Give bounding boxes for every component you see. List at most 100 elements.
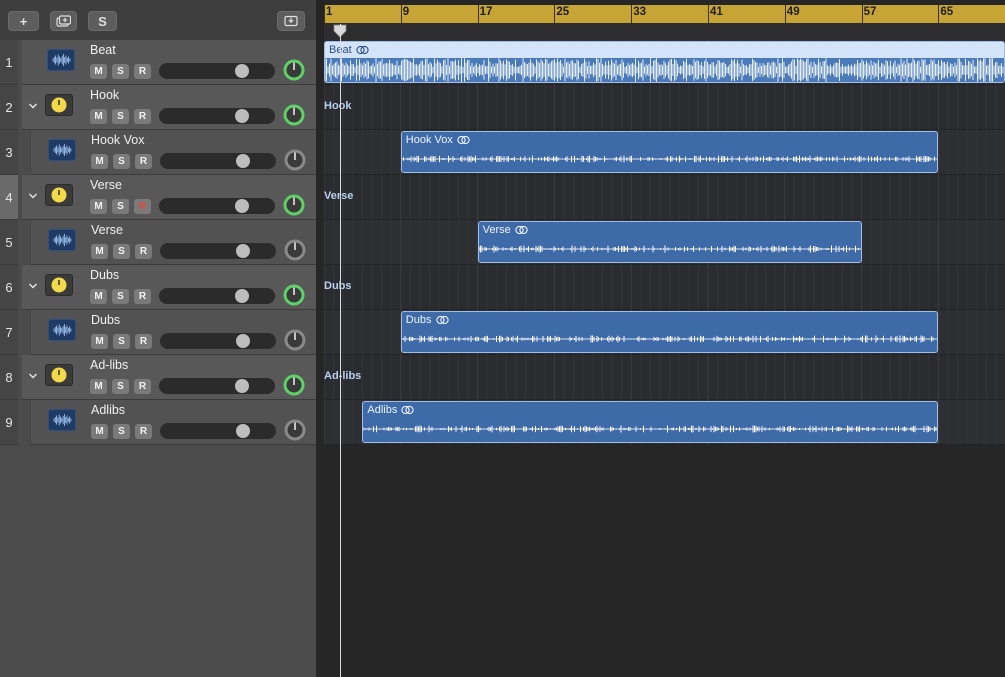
mute-button[interactable]: M	[90, 379, 107, 394]
volume-fader-knob[interactable]	[235, 64, 249, 78]
catch-playhead-button[interactable]	[277, 11, 305, 31]
mute-button[interactable]: M	[91, 244, 108, 259]
volume-fader-knob[interactable]	[236, 334, 250, 348]
solo-button[interactable]: S	[112, 289, 129, 304]
solo-button[interactable]: S	[112, 199, 129, 214]
record-enable-button[interactable]: R	[135, 154, 152, 169]
record-enable-button[interactable]: R	[135, 334, 152, 349]
mute-button[interactable]: M	[90, 64, 107, 79]
waveform-icon[interactable]	[48, 409, 76, 431]
volume-fader[interactable]	[160, 153, 276, 169]
volume-fader[interactable]	[159, 198, 275, 214]
pan-knob[interactable]	[283, 418, 307, 442]
track-lane-2[interactable]: Hook	[324, 85, 1005, 130]
pan-knob[interactable]	[282, 373, 306, 397]
pan-knob[interactable]	[283, 328, 307, 352]
add-track-button[interactable]: +	[8, 11, 39, 31]
audio-region[interactable]: Beat	[324, 41, 1005, 83]
disclosure-chevron-icon[interactable]	[27, 370, 39, 382]
mute-button[interactable]: M	[90, 199, 107, 214]
summing-stack-icon[interactable]	[45, 274, 73, 296]
volume-fader[interactable]	[159, 108, 275, 124]
ruler-lower-strip[interactable]	[324, 23, 1005, 40]
track-header-1[interactable]: 1 Beat M S R	[0, 40, 316, 85]
mute-button[interactable]: M	[91, 154, 108, 169]
volume-fader-knob[interactable]	[236, 154, 250, 168]
volume-fader-knob[interactable]	[235, 109, 249, 123]
pan-knob[interactable]	[282, 103, 306, 127]
record-enable-button[interactable]: R	[135, 244, 152, 259]
volume-fader-knob[interactable]	[236, 244, 250, 258]
disclosure-chevron-icon[interactable]	[27, 280, 39, 292]
record-enable-button[interactable]: R	[134, 379, 151, 394]
mute-button[interactable]: M	[91, 334, 108, 349]
playhead-line[interactable]	[340, 24, 341, 677]
summing-stack-icon[interactable]	[45, 94, 73, 116]
volume-fader-knob[interactable]	[235, 289, 249, 303]
pan-knob[interactable]	[282, 58, 306, 82]
track-header-body: Ad-libs M S R	[22, 355, 316, 400]
track-lane-5[interactable]: Verse	[324, 220, 1005, 265]
waveform-icon[interactable]	[48, 229, 76, 251]
pan-knob[interactable]	[283, 148, 307, 172]
volume-fader[interactable]	[160, 243, 276, 259]
record-enable-button[interactable]: R	[135, 424, 152, 439]
audio-region[interactable]: Adlibs	[362, 401, 939, 443]
record-enable-button[interactable]: R	[134, 199, 151, 214]
pan-knob[interactable]	[283, 238, 307, 262]
track-header-4[interactable]: 4 Verse M S R	[0, 175, 316, 220]
volume-fader-knob[interactable]	[235, 199, 249, 213]
track-header-3[interactable]: 3 Hook Vox M S R	[0, 130, 316, 175]
mute-button[interactable]: M	[90, 109, 107, 124]
track-lane-9[interactable]: Adlibs	[324, 400, 1005, 445]
disclosure-chevron-icon[interactable]	[27, 190, 39, 202]
solo-button[interactable]: S	[113, 244, 130, 259]
record-enable-button[interactable]: R	[134, 109, 151, 124]
audio-region[interactable]: Verse	[477, 221, 862, 263]
audio-region[interactable]: Hook Vox	[400, 131, 939, 173]
summing-stack-icon[interactable]	[45, 184, 73, 206]
solo-button[interactable]: S	[112, 109, 129, 124]
track-lane-7[interactable]: Dubs	[324, 310, 1005, 355]
track-header-2[interactable]: 2 Hook M S R	[0, 85, 316, 130]
solo-button[interactable]: S	[113, 154, 130, 169]
volume-fader[interactable]	[160, 333, 276, 349]
record-enable-button[interactable]: R	[134, 64, 151, 79]
mute-button[interactable]: M	[91, 424, 108, 439]
track-header-6[interactable]: 6 Dubs M S R	[0, 265, 316, 310]
solo-button[interactable]: S	[113, 334, 130, 349]
waveform-icon[interactable]	[47, 49, 75, 71]
solo-button[interactable]: S	[112, 64, 129, 79]
track-lane-1[interactable]: Beat	[324, 40, 1005, 85]
new-track-stack-button[interactable]	[50, 11, 77, 31]
solo-button[interactable]: S	[112, 379, 129, 394]
mute-button[interactable]: M	[90, 289, 107, 304]
track-lane-6[interactable]: Dubs	[324, 265, 1005, 310]
volume-fader[interactable]	[159, 378, 275, 394]
track-lane-3[interactable]: Hook Vox	[324, 130, 1005, 175]
track-header-8[interactable]: 8 Ad-libs M S R	[0, 355, 316, 400]
audio-region[interactable]: Dubs	[400, 311, 939, 353]
track-lane-4[interactable]: Verse	[324, 175, 1005, 220]
volume-fader[interactable]	[159, 63, 275, 79]
disclosure-chevron-icon[interactable]	[27, 100, 39, 112]
track-lane-8[interactable]: Ad-libs	[324, 355, 1005, 400]
pan-knob[interactable]	[282, 193, 306, 217]
solo-button[interactable]: S	[113, 424, 130, 439]
track-header-5[interactable]: 5 Verse M S R	[0, 220, 316, 265]
track-header-7[interactable]: 7 Dubs M S R	[0, 310, 316, 355]
pan-knob[interactable]	[282, 283, 306, 307]
record-enable-button[interactable]: R	[134, 289, 151, 304]
bar-ruler[interactable]: 1 9 17 25 33 41 49 57 65	[324, 5, 1005, 23]
volume-fader[interactable]	[159, 288, 275, 304]
linked-regions-icon	[356, 45, 369, 55]
waveform-icon[interactable]	[48, 139, 76, 161]
volume-fader-knob[interactable]	[235, 379, 249, 393]
track-header-9[interactable]: 9 Adlibs M S R	[0, 400, 316, 445]
global-solo-button[interactable]: S	[88, 11, 117, 31]
tracks-area[interactable]: 1 9 17 25 33 41 49 57 65 Beat Hook Hook Vox Verse Ve…	[316, 0, 1005, 677]
volume-fader-knob[interactable]	[236, 424, 250, 438]
volume-fader[interactable]	[160, 423, 276, 439]
summing-stack-icon[interactable]	[45, 364, 73, 386]
waveform-icon[interactable]	[48, 319, 76, 341]
